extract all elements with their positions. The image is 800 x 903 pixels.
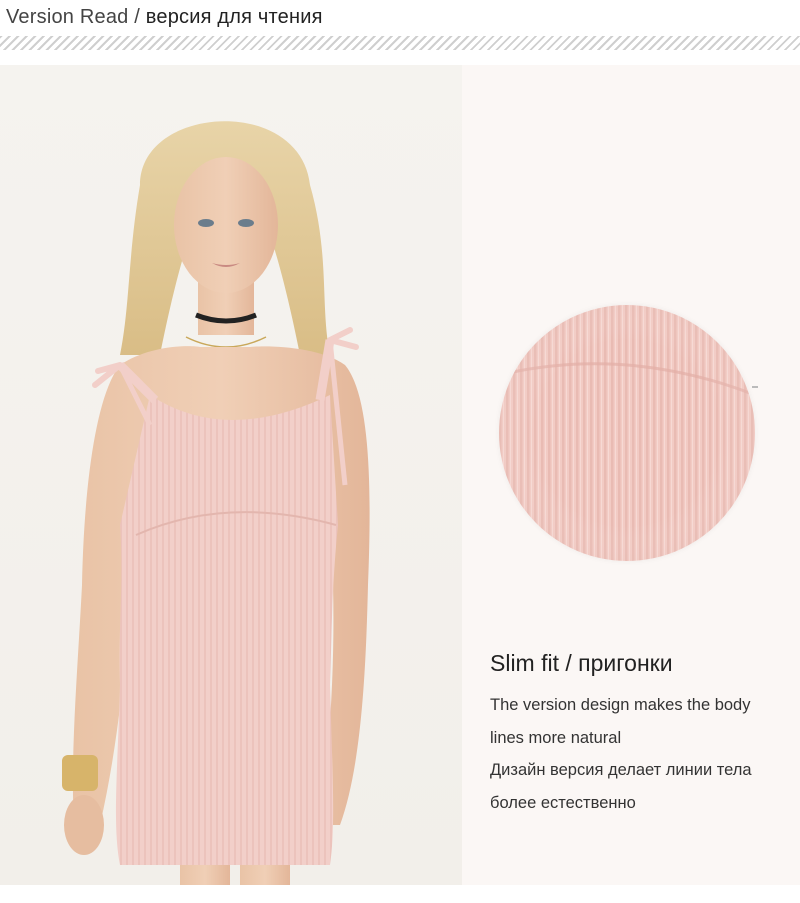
fabric-swatch-image (499, 305, 755, 561)
description-line: Дизайн версия делает линии тела (490, 761, 752, 779)
section-title-en: Version Read / (6, 6, 140, 28)
section-title-ru: версия для чтения (145, 6, 323, 28)
bracelet-shape (62, 755, 98, 791)
face-shape (174, 157, 278, 293)
fabric-icon (499, 305, 755, 561)
section-title: Version Read / версия для чтения (6, 6, 323, 29)
description-line: The version design makes the body (490, 696, 751, 714)
model-illustration (62, 121, 370, 885)
model-photo (0, 65, 462, 885)
slim-fit-heading: Slim fit / пригонки (490, 650, 673, 676)
info-panel: Slim fit / пригонки The version design m… (462, 65, 800, 885)
description-line: lines more natural (490, 728, 622, 747)
description-block: Slim fit / пригонки The version design m… (490, 650, 790, 819)
page-header: Version Read / версия для чтения (0, 0, 800, 36)
decorative-tick (752, 386, 758, 388)
product-panel: Slim fit / пригонки The version design m… (0, 65, 800, 903)
dress-shape (115, 395, 338, 865)
hatched-divider (0, 36, 800, 50)
description-line: более естественно (490, 793, 636, 812)
